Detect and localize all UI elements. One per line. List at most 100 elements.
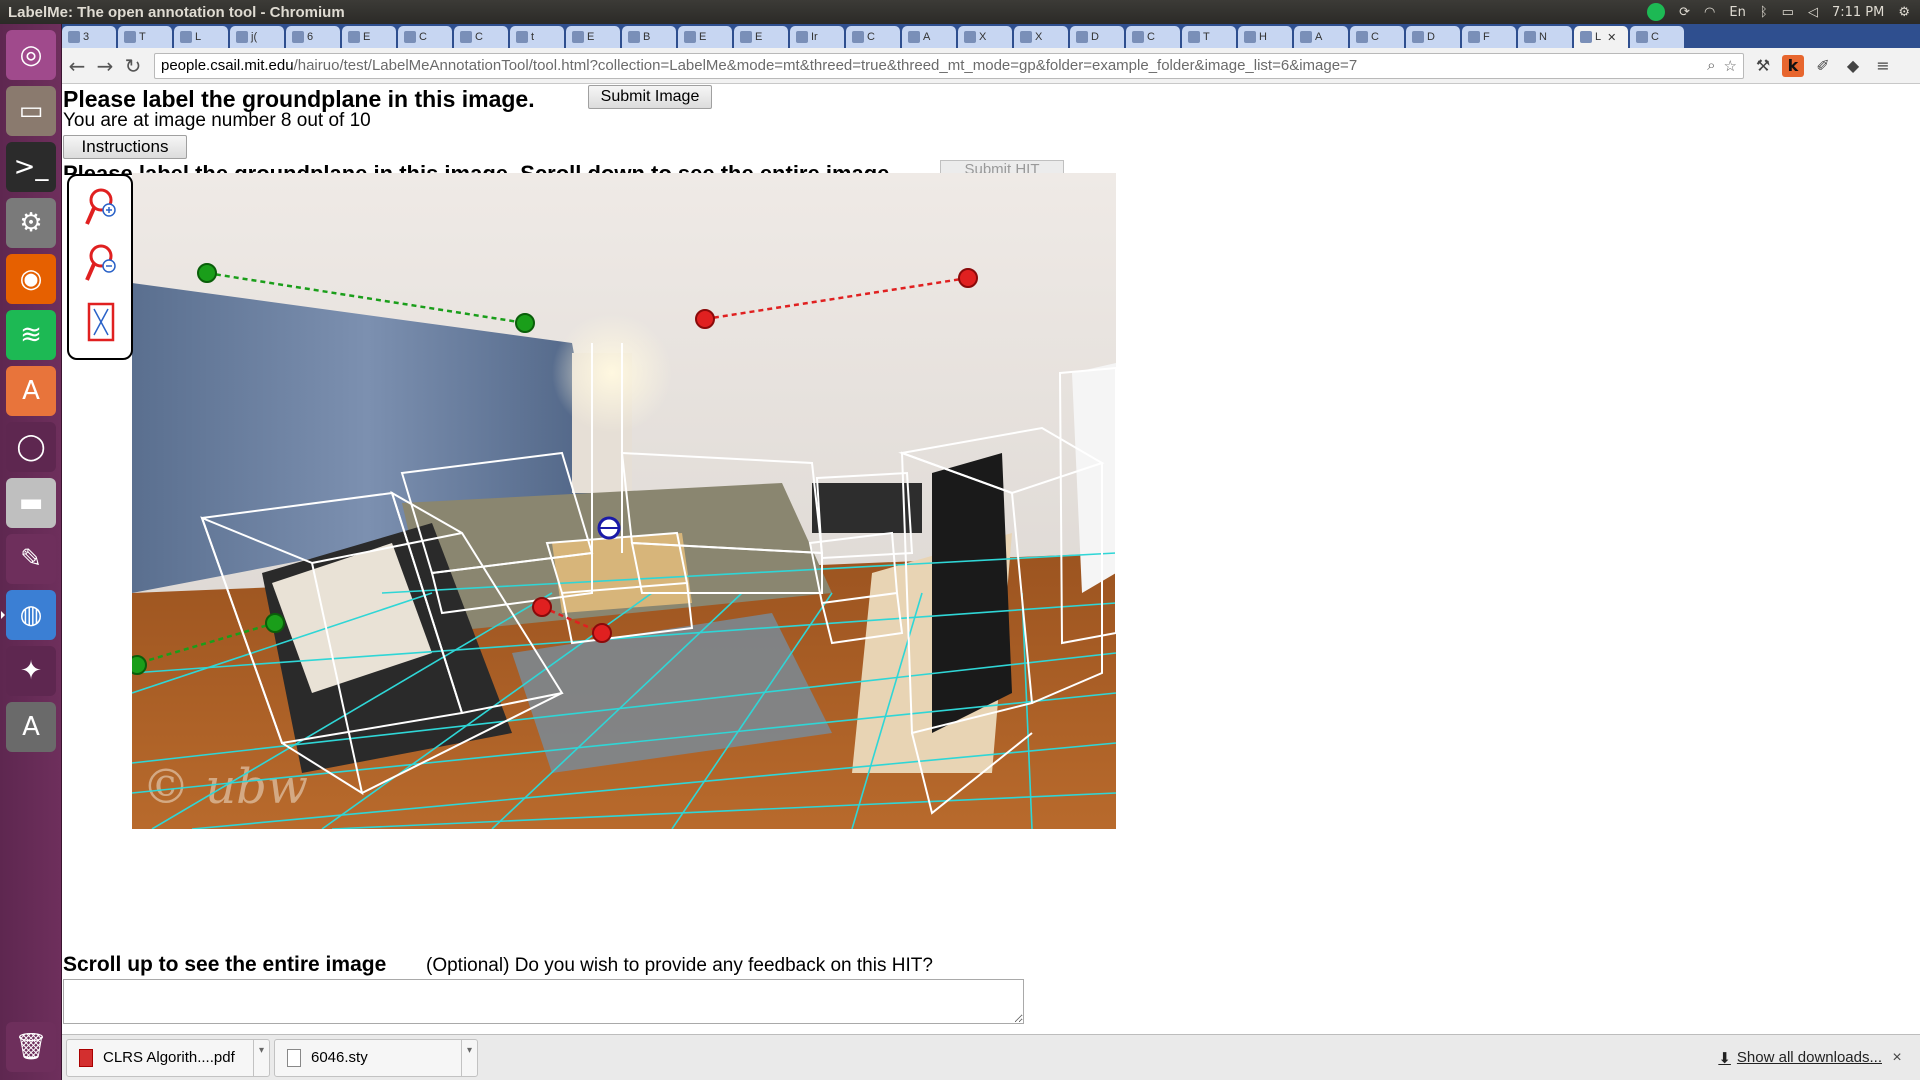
browser-tab[interactable]: D [1070,26,1124,48]
tab-label: E [699,31,707,43]
browser-tab[interactable]: T [118,26,172,48]
download-menu-icon[interactable]: ▾ [461,1039,477,1076]
browser-tab[interactable]: L ✕ [1574,26,1628,48]
spotify-indicator-icon[interactable] [1647,3,1666,21]
firefox-icon[interactable]: ◉ [6,254,56,304]
browser-tab[interactable]: Ir [790,26,844,48]
settings-gear-icon[interactable]: ⚙ [1898,5,1910,20]
keyboard-indicator[interactable]: En [1729,5,1745,20]
red-control-point [695,309,715,329]
forward-button[interactable]: → [92,53,118,79]
browser-tab[interactable]: T [1182,26,1236,48]
close-icon[interactable]: × [1882,1049,1912,1067]
tab-favicon-icon [684,31,696,43]
browser-tab[interactable]: C [1126,26,1180,48]
tab-favicon-icon [1524,31,1536,43]
address-bar[interactable]: people.csail.mit.edu /hairuo/test/LabelM… [154,52,1744,79]
zoom-out-icon[interactable] [83,242,119,286]
extension-pocket-icon[interactable]: ◆ [1842,55,1864,77]
updater-icon[interactable]: A [6,702,56,752]
tab-label: t [531,31,535,43]
volume-icon[interactable]: ◁ [1808,5,1818,20]
tab-favicon-icon [1412,31,1424,43]
download-arrow-icon: ⬇ [1718,1049,1731,1067]
download-item-sty[interactable]: 6046.sty ▾ [274,1038,478,1077]
software-center-icon[interactable]: A [6,366,56,416]
ubuntu-dash-icon[interactable]: ◎ [6,30,56,80]
browser-tab[interactable]: X [958,26,1012,48]
tab-favicon-icon [68,31,80,43]
page-zoom-icon[interactable]: ⌕ [1707,57,1715,75]
system-settings-icon[interactable]: ⚙ [6,198,56,248]
browser-tab[interactable]: t [510,26,564,48]
green-control-point [515,313,535,333]
drive-icon[interactable]: ▬ [6,478,56,528]
sync-icon[interactable]: ⟳ [1679,5,1690,20]
fit-image-icon[interactable] [83,300,119,344]
browser-tab[interactable]: E [678,26,732,48]
text-file-icon [287,1048,301,1067]
tab-favicon-icon [1244,31,1256,43]
browser-tab[interactable]: D [1406,26,1460,48]
extension-puzzle-icon[interactable]: ⚒ [1752,55,1774,77]
browser-tab[interactable]: C [1350,26,1404,48]
browser-tab[interactable]: E [342,26,396,48]
shutter-icon[interactable]: ✦ [6,646,56,696]
tab-favicon-icon [236,31,248,43]
browser-tab[interactable]: H [1238,26,1292,48]
app-ring-icon[interactable]: ◯ [6,422,56,472]
browser-tab[interactable]: A [1294,26,1348,48]
paint-icon[interactable]: ✎ [6,534,56,584]
browser-tab[interactable]: C [454,26,508,48]
browser-tab[interactable]: A [902,26,956,48]
battery-icon[interactable]: ▭ [1782,5,1794,20]
browser-tab[interactable]: X [1014,26,1068,48]
tab-label: H [1259,31,1267,43]
terminal-icon[interactable]: >_ [6,142,56,192]
back-button[interactable]: ← [64,53,90,79]
download-filename: CLRS Algorith....pdf [103,1049,235,1066]
tab-label: A [1315,31,1323,43]
bookmark-star-icon[interactable]: ☆ [1724,57,1737,75]
download-menu-icon[interactable]: ▾ [253,1039,269,1076]
spotify-icon[interactable]: ≋ [6,310,56,360]
chromium-icon[interactable]: ◍ [1,590,56,640]
tab-label: C [867,31,875,43]
tab-favicon-icon [1188,31,1200,43]
tab-label: C [1371,31,1379,43]
browser-tab[interactable]: B [622,26,676,48]
browser-tab[interactable]: E [734,26,788,48]
feedback-textarea[interactable] [63,979,1024,1024]
browser-tab[interactable]: N [1518,26,1572,48]
files-icon[interactable]: ▭ [6,86,56,136]
browser-tab[interactable]: C [846,26,900,48]
browser-tab[interactable]: 6 [286,26,340,48]
extension-k-icon[interactable]: k [1782,54,1804,77]
browser-tab[interactable]: C [1630,26,1684,48]
browser-tab[interactable]: j( [230,26,284,48]
browser-tab[interactable]: C [398,26,452,48]
submit-image-button[interactable]: Submit Image [588,85,712,109]
tab-close-icon[interactable]: ✕ [1607,31,1616,44]
show-all-downloads-link[interactable]: ⬇ Show all downloads... [1718,1049,1882,1067]
tab-favicon-icon [796,31,808,43]
instructions-button[interactable]: Instructions [63,135,187,159]
clock[interactable]: 7:11 PM [1832,5,1884,20]
green-control-point [265,613,285,633]
chrome-menu-icon[interactable]: ≡ [1872,55,1894,77]
annotation-canvas[interactable]: © ubw [132,173,1116,829]
extension-pen-icon[interactable]: ✐ [1812,55,1834,77]
wifi-icon[interactable]: ◠ [1704,5,1715,20]
reload-button[interactable]: ↻ [120,53,146,79]
trash-icon[interactable]: 🗑 [6,1022,56,1072]
tab-favicon-icon [1300,31,1312,43]
browser-tab[interactable]: 3 [62,26,116,48]
browser-tab[interactable]: E [566,26,620,48]
download-item-pdf[interactable]: CLRS Algorith....pdf ▾ [66,1038,270,1077]
browser-tab[interactable]: F [1462,26,1516,48]
tab-favicon-icon [1020,31,1032,43]
tab-label: C [419,31,427,43]
browser-tab[interactable]: L [174,26,228,48]
bluetooth-icon[interactable]: ᛒ [1760,5,1768,20]
zoom-in-icon[interactable] [83,186,119,230]
